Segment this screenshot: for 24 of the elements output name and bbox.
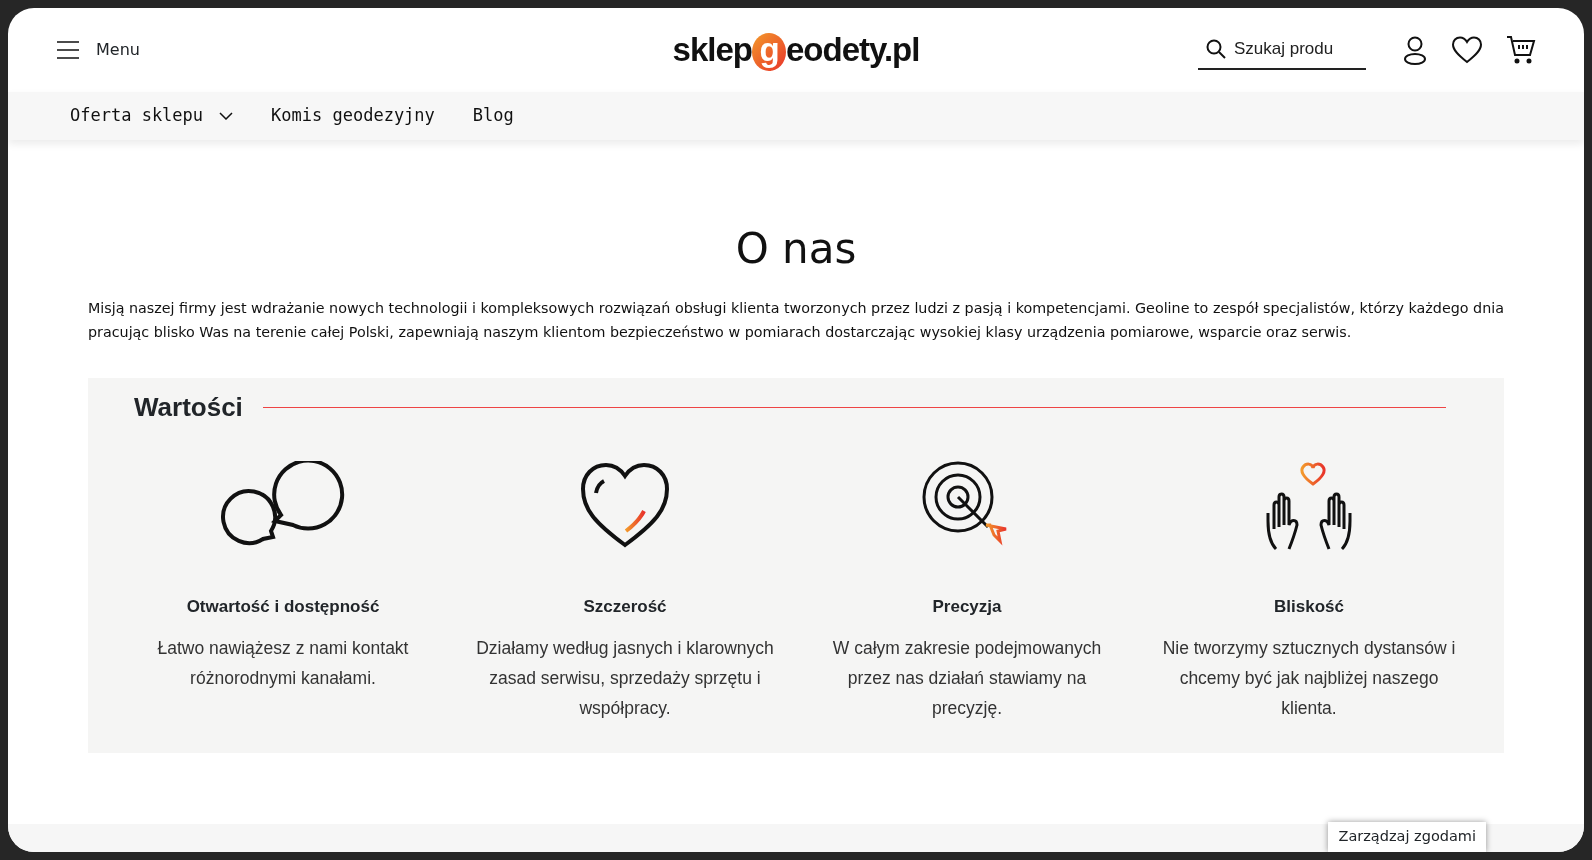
nav-link[interactable]: Oferta sklepu — [68, 103, 236, 129]
menu-button[interactable]: Menu — [56, 38, 140, 62]
menu-icon — [56, 41, 80, 59]
search-icon — [1206, 39, 1226, 59]
user-icon[interactable] — [1402, 35, 1428, 65]
intro-paragraph: Misją naszej firmy jest wdrażanie nowych technologii i kompleksowych rozwiązań obsługi klienta tworzonych przez ludzi z pasją i kompetencjami. Geoline to zespół specjalistów, którzy każdego dnia pracując blisko Was na terenie całej Polski, zapewniają naszym klientom bezpieczeństwo w pomiarach dostarczając wysokiej klasy urządzenia pomiarowe, wsparcie oraz serwis. — [88, 299, 1504, 343]
value-description: Nie tworzymy sztucznych dystansów i chcemy być jak najbliżej naszego klienta. — [1161, 637, 1457, 721]
value-title: Szczerość — [582, 595, 668, 618]
value-description: Łatwo nawiążesz z nami kontakt różnorodnymi kanałami. — [156, 637, 410, 691]
nav-link[interactable]: Blog — [470, 103, 516, 129]
search-field[interactable]: Szukaj produ — [1234, 36, 1360, 62]
nav-link[interactable]: Komis geodezyjny — [269, 103, 437, 129]
site-logo[interactable]: sklep g eodety.pl — [672, 25, 920, 75]
section-heading: Wartości — [134, 392, 243, 424]
value-title: Otwartość i dostępność — [185, 595, 381, 618]
hands-heart-icon — [1264, 460, 1354, 551]
page-title: O nas — [734, 224, 858, 275]
value-description: W całym zakresie podejmowanych przez nas działań stawiamy na precyzję. — [831, 637, 1103, 721]
value-title: Bliskość — [1273, 595, 1345, 618]
heart-icon[interactable] — [1452, 36, 1482, 64]
value-title: Precyzja — [931, 595, 1003, 618]
cart-icon[interactable] — [1506, 35, 1536, 65]
consent-button[interactable]: Zarządzaj zgodami — [1328, 822, 1486, 852]
value-description: Działamy według jasnych i klarownych zasad serwisu, sprzedaży sprzętu i współpracy. — [476, 637, 774, 721]
